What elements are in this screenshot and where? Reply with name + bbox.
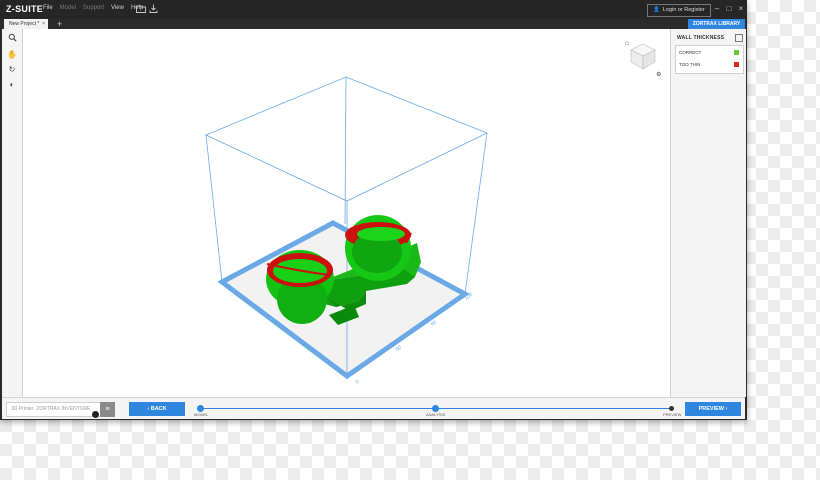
tab-new-project[interactable]: New Project * × xyxy=(4,19,48,29)
menu-bar: File Model Support View Help xyxy=(43,5,143,11)
settings-icon[interactable]: ⚙ xyxy=(656,71,661,78)
login-label: Login or Register xyxy=(662,7,705,13)
3d-viewport[interactable]: 0 60 80 100 ⌂ ⚙ xyxy=(23,29,670,397)
step-model-label: MODEL xyxy=(194,412,209,417)
left-toolbar: ✋ ↻ ◐ xyxy=(2,29,23,397)
panel-toggle-icon[interactable] xyxy=(735,34,743,42)
printer-dropdown-icon[interactable]: ≡ xyxy=(100,402,115,417)
step-preview-label: PREVIEW xyxy=(663,412,682,417)
search-icon[interactable] xyxy=(5,33,19,46)
workspace: ✋ ↻ ◐ 0 60 80 100 ⌂ ⚙ WALL THICKNESS COR… xyxy=(2,29,746,419)
hand-icon[interactable]: ✋ xyxy=(5,48,19,61)
home-icon[interactable]: ⌂ xyxy=(625,40,629,47)
step-analysis-label: ANALYSIS xyxy=(426,412,446,417)
tab-close-icon[interactable]: × xyxy=(42,19,45,29)
axis-tick: 0 xyxy=(355,379,361,386)
tab-label: New Project * xyxy=(9,21,40,27)
printer-select[interactable]: 3D Printer ZORTRAX INVENTURE xyxy=(6,402,104,417)
wall-thickness-legend: CORRECT TOO THIN xyxy=(675,45,744,74)
menu-model[interactable]: Model xyxy=(60,5,76,11)
bottom-bar: 3D Printer ZORTRAX INVENTURE ≡ ‹ BACK MO… xyxy=(2,397,745,419)
app-logo: Z-SUITE xyxy=(6,4,44,14)
legend-too-thin-swatch xyxy=(734,62,739,67)
step-analysis-dot[interactable] xyxy=(432,405,439,412)
panel-title: WALL THICKNESS xyxy=(677,35,725,41)
menu-view[interactable]: View xyxy=(111,5,124,11)
navigation-cube[interactable] xyxy=(630,43,656,70)
view-icon[interactable]: ◐ xyxy=(5,78,19,91)
app-window: Z-SUITE File Model Support View Help 👤 L… xyxy=(0,0,747,420)
minimize-icon[interactable]: – xyxy=(713,3,721,14)
right-panel: WALL THICKNESS CORRECT TOO THIN xyxy=(670,29,746,397)
close-icon[interactable]: × xyxy=(737,3,745,14)
printer-value: ZORTRAX INVENTURE xyxy=(36,406,91,412)
legend-correct-label: CORRECT xyxy=(679,50,702,55)
printer-label: 3D Printer xyxy=(11,406,34,412)
export-icon[interactable] xyxy=(148,4,158,14)
cursor-dot xyxy=(92,411,99,418)
menu-support[interactable]: Support xyxy=(83,5,104,11)
legend-too-thin-label: TOO THIN xyxy=(679,62,701,67)
folder-open-icon[interactable] xyxy=(136,4,146,14)
back-button[interactable]: ‹ BACK xyxy=(129,402,185,416)
legend-correct-swatch xyxy=(734,50,739,55)
preview-button[interactable]: PREVIEW › xyxy=(685,402,741,416)
zortrax-library-button[interactable]: ZORTRAX LIBRARY xyxy=(688,19,745,29)
chevron-left-icon: ‹ xyxy=(147,406,150,412)
tab-bar: New Project * × + xyxy=(0,19,747,29)
add-tab-icon[interactable]: + xyxy=(57,19,62,29)
chevron-right-icon: › xyxy=(725,406,728,412)
preview-label: PREVIEW xyxy=(698,406,724,412)
login-button[interactable]: 👤 Login or Register xyxy=(647,4,711,17)
scene: 0 60 80 100 ⌂ ⚙ xyxy=(205,40,661,386)
user-icon: 👤 xyxy=(653,7,660,13)
printer-text: 3D Printer ZORTRAX INVENTURE xyxy=(11,403,90,416)
menu-file[interactable]: File xyxy=(43,5,53,11)
axis-tick: 60 xyxy=(395,344,403,352)
back-label: BACK xyxy=(150,406,167,412)
step-preview-dot[interactable] xyxy=(669,406,674,411)
rotate-icon[interactable]: ↻ xyxy=(5,63,19,76)
title-bar: Z-SUITE File Model Support View Help 👤 L… xyxy=(0,0,747,19)
maximize-icon[interactable]: □ xyxy=(725,3,733,14)
step-model-dot[interactable] xyxy=(197,405,204,412)
